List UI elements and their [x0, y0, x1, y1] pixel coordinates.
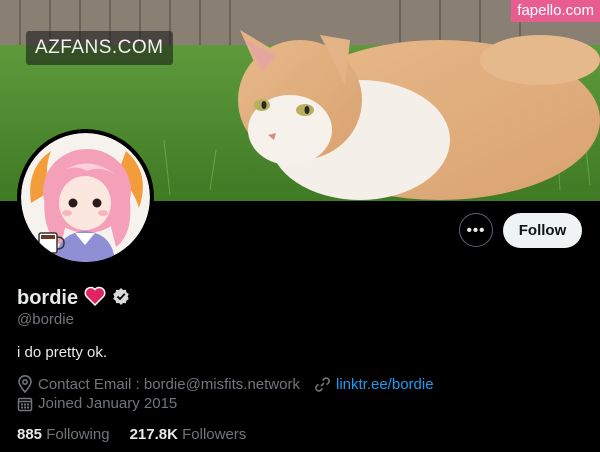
calendar-icon	[17, 396, 33, 412]
avatar-illustration	[21, 133, 150, 262]
profile-joined-row: Joined January 2015	[17, 395, 177, 412]
profile-joined-date: Joined January 2015	[38, 395, 178, 412]
following-label: Following	[46, 426, 110, 443]
profile-bio: i do pretty ok.	[17, 344, 108, 361]
link-icon	[314, 376, 331, 393]
profile-meta-row: Contact Email : bordie@misfits.network l…	[17, 375, 434, 393]
more-options-button[interactable]: •••	[459, 213, 493, 247]
watermark-azfans: AZFANS.COM	[26, 31, 173, 65]
profile-name-row: bordie	[17, 286, 130, 311]
profile-website-item: linktr.ee/bordie	[314, 376, 434, 393]
more-horizontal-icon: •••	[466, 221, 486, 239]
display-name: bordie	[17, 287, 79, 309]
followers-stat[interactable]: 217.8K Followers	[130, 426, 247, 443]
profile-website-link[interactable]: linktr.ee/bordie	[336, 376, 434, 393]
user-handle: @bordie	[17, 311, 74, 328]
location-pin-icon	[17, 375, 33, 393]
watermark-fapello: fapello.com	[511, 0, 600, 22]
followers-count: 217.8K	[129, 426, 178, 443]
following-stat[interactable]: 885 Following	[17, 426, 110, 443]
profile-location: Contact Email : bordie@misfits.network	[38, 375, 300, 393]
follow-button[interactable]: Follow	[503, 213, 582, 248]
heart-emoji-icon	[84, 286, 106, 311]
following-count: 885	[17, 426, 43, 443]
profile-avatar[interactable]	[17, 129, 154, 266]
profile-stats: 885 Following 217.8K Followers	[17, 426, 246, 443]
followers-label: Followers	[182, 426, 247, 443]
verified-badge-icon[interactable]	[112, 287, 130, 310]
